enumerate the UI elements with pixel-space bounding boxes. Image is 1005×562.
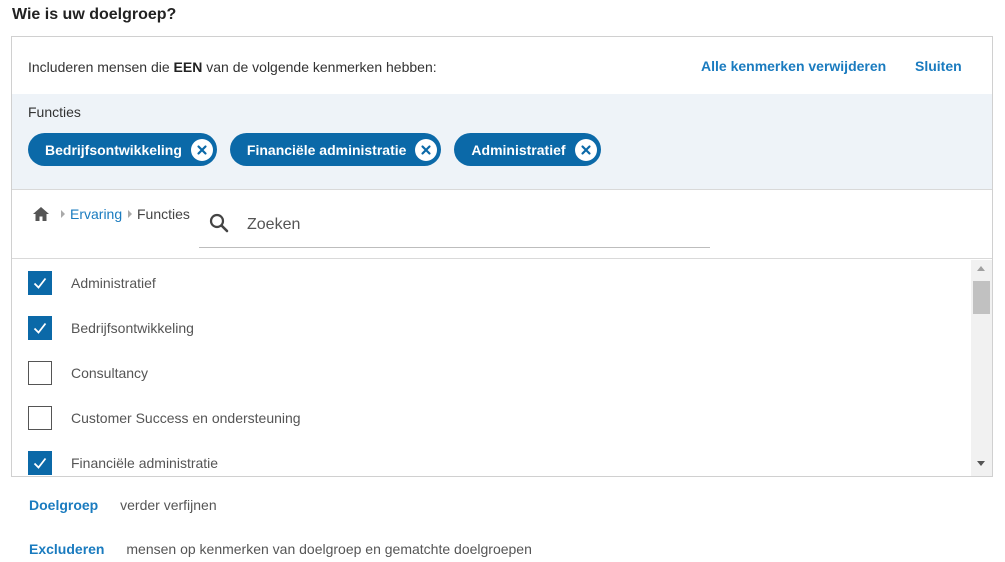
breadcrumb: Ervaring Functies bbox=[12, 190, 992, 259]
include-suffix: van de volgende kenmerken hebben: bbox=[202, 59, 437, 75]
list-item[interactable]: Bedrijfsontwikkeling bbox=[12, 305, 970, 350]
scrollbar-thumb[interactable] bbox=[973, 281, 990, 314]
remove-all-button[interactable]: Alle kenmerken verwijderen bbox=[701, 58, 886, 74]
chip-administratief: Administratief bbox=[454, 133, 601, 166]
audience-panel: Includeren mensen die EEN van de volgend… bbox=[11, 36, 993, 477]
list-item-label: Administratief bbox=[71, 275, 156, 291]
close-icon[interactable] bbox=[190, 138, 213, 161]
checkbox[interactable] bbox=[28, 316, 52, 340]
selected-group-label: Functies bbox=[28, 104, 81, 120]
checkbox[interactable] bbox=[28, 451, 52, 475]
exclude-link[interactable]: Excluderen bbox=[29, 541, 104, 557]
exclude-description: mensen op kenmerken van doelgroep en gem… bbox=[126, 541, 532, 557]
breadcrumb-link-ervaring[interactable]: Ervaring bbox=[70, 206, 122, 222]
search-box bbox=[199, 204, 710, 248]
list-item[interactable]: Customer Success en ondersteuning bbox=[12, 395, 970, 440]
include-description: Includeren mensen die EEN van de volgend… bbox=[28, 59, 437, 75]
scroll-down-arrow-icon[interactable] bbox=[977, 461, 985, 466]
checkmark-icon bbox=[33, 457, 47, 469]
close-button[interactable]: Sluiten bbox=[915, 58, 962, 74]
close-icon[interactable] bbox=[415, 138, 438, 161]
list-item[interactable]: Administratief bbox=[12, 260, 970, 305]
page-title: Wie is uw doelgroep? bbox=[12, 6, 177, 23]
chip-bedrijfsontwikkeling: Bedrijfsontwikkeling bbox=[28, 133, 217, 166]
chevron-right-icon bbox=[61, 210, 65, 218]
search-input[interactable] bbox=[247, 208, 697, 242]
selected-criteria: Functies Bedrijfsontwikkeling Financiële… bbox=[12, 94, 992, 190]
list-item-label: Customer Success en ondersteuning bbox=[71, 410, 301, 426]
include-prefix: Includeren mensen die bbox=[28, 59, 174, 75]
list-item-label: Consultancy bbox=[71, 365, 149, 381]
scrollbar[interactable] bbox=[971, 260, 992, 476]
checkbox[interactable] bbox=[28, 361, 52, 385]
chip-label: Financiële administratie bbox=[246, 141, 407, 158]
option-list: Administratief Bedrijfsontwikkeling Cons… bbox=[12, 260, 970, 476]
search-icon bbox=[209, 213, 229, 233]
chip-label: Administratief bbox=[471, 141, 566, 158]
panel-header: Includeren mensen die EEN van de volgend… bbox=[12, 37, 992, 94]
home-icon[interactable] bbox=[32, 206, 50, 222]
include-bold: EEN bbox=[173, 59, 203, 75]
list-item[interactable]: Consultancy bbox=[12, 350, 970, 395]
list-item-label: Financiële administratie bbox=[71, 455, 219, 471]
checkbox[interactable] bbox=[28, 271, 52, 295]
checkmark-icon bbox=[33, 277, 47, 289]
scroll-up-arrow-icon[interactable] bbox=[977, 266, 985, 271]
chip-list: Bedrijfsontwikkeling Financiële administ… bbox=[28, 133, 601, 166]
chevron-right-icon bbox=[128, 210, 132, 218]
checkmark-icon bbox=[33, 322, 47, 334]
list-item[interactable]: Financiële administratie bbox=[12, 440, 970, 476]
checkbox[interactable] bbox=[28, 406, 52, 430]
breadcrumb-current: Functies bbox=[137, 206, 190, 222]
refine-audience-link[interactable]: Doelgroep bbox=[29, 497, 98, 513]
exclude-row: Excluderen mensen op kenmerken van doelg… bbox=[29, 541, 532, 557]
chip-label: Bedrijfsontwikkeling bbox=[45, 141, 182, 158]
close-icon[interactable] bbox=[574, 138, 597, 161]
chip-financiele-administratie: Financiële administratie bbox=[229, 133, 442, 166]
refine-audience-row: Doelgroep verder verfijnen bbox=[29, 497, 217, 513]
refine-audience-description: verder verfijnen bbox=[120, 497, 217, 513]
list-item-label: Bedrijfsontwikkeling bbox=[71, 320, 194, 336]
